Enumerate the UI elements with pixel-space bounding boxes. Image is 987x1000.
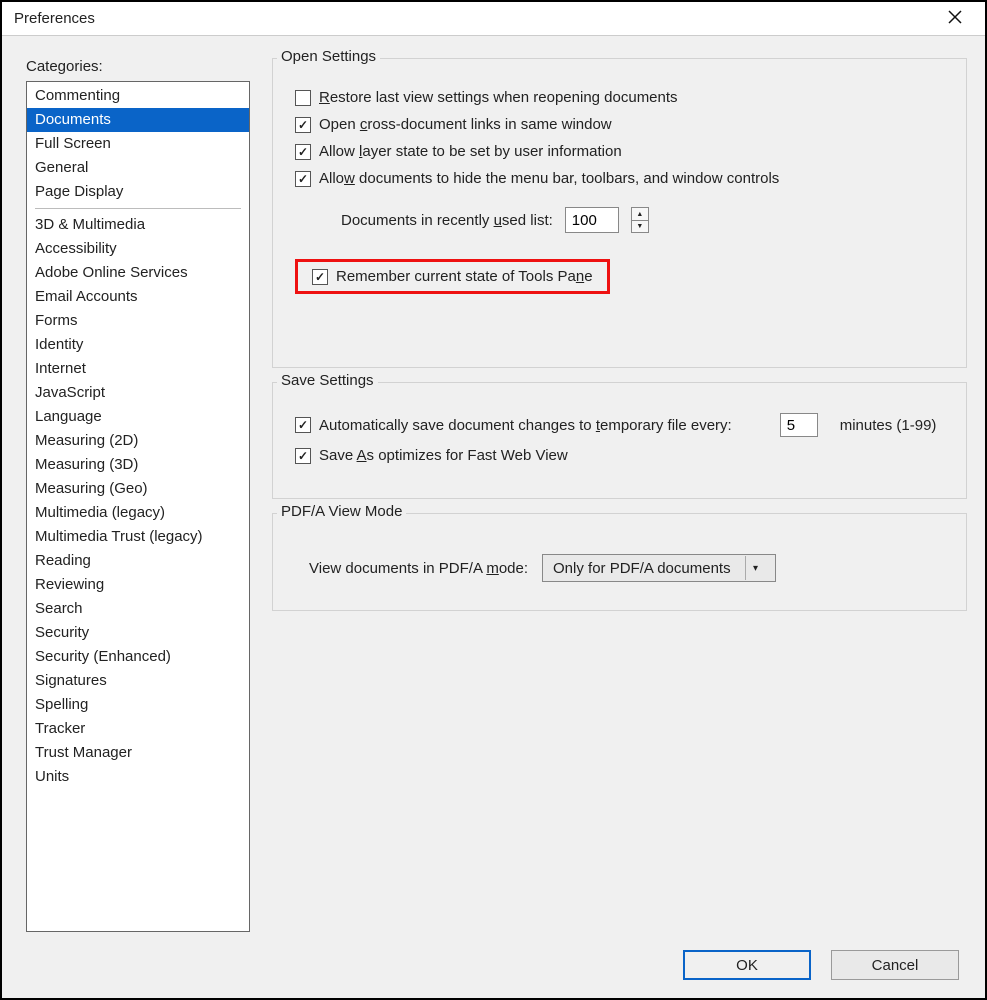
category-item[interactable]: Adobe Online Services xyxy=(27,261,249,285)
category-item[interactable]: Multimedia Trust (legacy) xyxy=(27,525,249,549)
category-item[interactable]: Trust Manager xyxy=(27,741,249,765)
category-item[interactable]: Email Accounts xyxy=(27,285,249,309)
hide-menu-row[interactable]: Allow documents to hide the menu bar, to… xyxy=(295,170,950,187)
categories-list[interactable]: CommentingDocumentsFull ScreenGeneralPag… xyxy=(26,81,250,932)
autosave-checkbox[interactable] xyxy=(295,417,311,433)
category-item[interactable]: Documents xyxy=(27,108,249,132)
layer-state-label: Allow layer state to be set by user info… xyxy=(319,143,622,160)
category-item[interactable]: Internet xyxy=(27,357,249,381)
hide-menu-label: Allow documents to hide the menu bar, to… xyxy=(319,170,779,187)
cross-links-row[interactable]: Open cross-document links in same window xyxy=(295,116,950,133)
category-item[interactable]: Full Screen xyxy=(27,132,249,156)
spinner-up[interactable]: ▲ xyxy=(632,208,648,220)
titlebar: Preferences xyxy=(2,2,985,36)
pdfa-row: View documents in PDF/A mode: Only for P… xyxy=(309,554,950,582)
autosave-row[interactable]: Automatically save document changes to t… xyxy=(295,413,950,437)
open-settings-group: Open Settings Restore last view settings… xyxy=(272,58,967,368)
recent-list-input[interactable] xyxy=(565,207,619,233)
autosave-label: Automatically save document changes to t… xyxy=(319,417,732,434)
save-settings-legend: Save Settings xyxy=(277,372,378,389)
cross-links-checkbox[interactable] xyxy=(295,117,311,133)
fast-web-label: Save As optimizes for Fast Web View xyxy=(319,447,568,464)
autosave-suffix: minutes (1-99) xyxy=(840,417,937,434)
pdfa-mode-select[interactable]: Only for PDF/A documents ▾ xyxy=(542,554,776,582)
remember-tools-checkbox[interactable] xyxy=(312,269,328,285)
pdfa-label: View documents in PDF/A mode: xyxy=(309,560,528,577)
fast-web-checkbox[interactable] xyxy=(295,448,311,464)
category-item[interactable]: Security (Enhanced) xyxy=(27,645,249,669)
pdfa-legend: PDF/A View Mode xyxy=(277,503,406,520)
category-separator xyxy=(35,208,241,209)
categories-label: Categories: xyxy=(26,58,250,75)
cross-links-label: Open cross-document links in same window xyxy=(319,116,612,133)
layer-state-row[interactable]: Allow layer state to be set by user info… xyxy=(295,143,950,160)
recent-list-label: Documents in recently used list: xyxy=(341,212,553,229)
category-item[interactable]: JavaScript xyxy=(27,381,249,405)
recent-list-row: Documents in recently used list: ▲ ▼ xyxy=(341,207,950,233)
ok-button[interactable]: OK xyxy=(683,950,811,980)
remember-tools-label: Remember current state of Tools Pane xyxy=(336,268,593,285)
pdfa-group: PDF/A View Mode View documents in PDF/A … xyxy=(272,513,967,611)
category-item[interactable]: Multimedia (legacy) xyxy=(27,501,249,525)
category-item[interactable]: Identity xyxy=(27,333,249,357)
pdfa-mode-value: Only for PDF/A documents xyxy=(553,560,737,577)
category-item[interactable]: Security xyxy=(27,621,249,645)
category-item[interactable]: Page Display xyxy=(27,180,249,204)
window-title: Preferences xyxy=(14,10,935,27)
category-item[interactable]: Spelling xyxy=(27,693,249,717)
recent-list-spinner: ▲ ▼ xyxy=(631,207,649,233)
category-item[interactable]: Reading xyxy=(27,549,249,573)
cancel-button[interactable]: Cancel xyxy=(831,950,959,980)
settings-panel: Open Settings Restore last view settings… xyxy=(272,58,967,932)
close-button[interactable] xyxy=(935,10,975,28)
category-item[interactable]: Measuring (Geo) xyxy=(27,477,249,501)
save-settings-group: Save Settings Automatically save documen… xyxy=(272,382,967,499)
category-item[interactable]: Measuring (2D) xyxy=(27,429,249,453)
spinner-down[interactable]: ▼ xyxy=(632,220,648,232)
category-item[interactable]: Measuring (3D) xyxy=(27,453,249,477)
open-settings-legend: Open Settings xyxy=(277,48,380,65)
category-item[interactable]: Units xyxy=(27,765,249,789)
preferences-dialog: Preferences Categories: CommentingDocume… xyxy=(0,0,987,1000)
category-item[interactable]: 3D & Multimedia xyxy=(27,213,249,237)
autosave-input[interactable] xyxy=(780,413,818,437)
fast-web-row[interactable]: Save As optimizes for Fast Web View xyxy=(295,447,950,464)
category-item[interactable]: General xyxy=(27,156,249,180)
category-item[interactable]: Reviewing xyxy=(27,573,249,597)
category-item[interactable]: Search xyxy=(27,597,249,621)
layer-state-checkbox[interactable] xyxy=(295,144,311,160)
category-item[interactable]: Tracker xyxy=(27,717,249,741)
category-item[interactable]: Forms xyxy=(27,309,249,333)
category-item[interactable]: Language xyxy=(27,405,249,429)
dialog-body: Categories: CommentingDocumentsFull Scre… xyxy=(2,36,985,940)
categories-panel: Categories: CommentingDocumentsFull Scre… xyxy=(26,58,250,932)
category-item[interactable]: Accessibility xyxy=(27,237,249,261)
hide-menu-checkbox[interactable] xyxy=(295,171,311,187)
restore-view-row[interactable]: Restore last view settings when reopenin… xyxy=(295,89,950,106)
dialog-footer: OK Cancel xyxy=(2,940,985,998)
remember-tools-row[interactable]: Remember current state of Tools Pane xyxy=(295,259,610,294)
chevron-down-icon: ▾ xyxy=(745,556,765,580)
restore-view-checkbox[interactable] xyxy=(295,90,311,106)
close-icon xyxy=(948,10,962,24)
category-item[interactable]: Commenting xyxy=(27,84,249,108)
category-item[interactable]: Signatures xyxy=(27,669,249,693)
restore-view-label: Restore last view settings when reopenin… xyxy=(319,89,678,106)
